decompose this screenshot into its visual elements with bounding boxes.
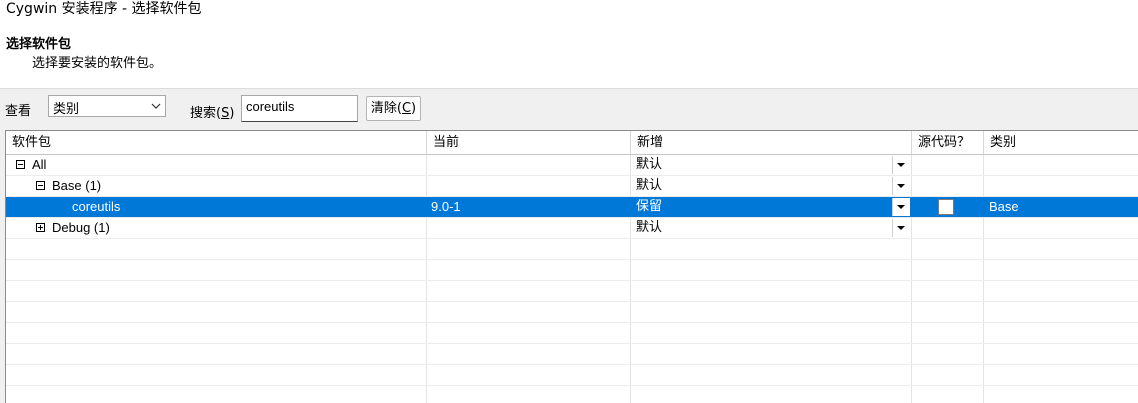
column-header-category[interactable]: 类别 [984,131,1138,154]
package-grid[interactable]: 软件包 当前 新增 源代码？ 类别 All 默认 Base (1) 默认 cor… [5,130,1138,403]
current-cell [427,155,631,175]
column-header-new[interactable]: 新增 [631,131,912,154]
empty-row [6,260,1138,281]
window-title: Cygwin 安装程序 - 选择软件包 [6,1,202,17]
dropdown-arrow-icon[interactable] [892,156,910,174]
chevron-down-icon [151,103,161,109]
package-cell: Debug (1) [6,218,427,238]
new-select[interactable]: 默认 [631,176,912,196]
table-row-selected[interactable]: coreutils 9.0-1 保留 Base [6,197,1138,218]
current-cell [427,218,631,238]
new-select-value: 保留 [636,199,663,214]
package-cell: Base (1) [6,176,427,196]
empty-row [6,239,1138,260]
table-row[interactable]: Debug (1) 默认 [6,218,1138,239]
source-cell [912,197,984,217]
empty-row [6,344,1138,365]
view-select[interactable]: 类别 [48,95,166,117]
column-header-current[interactable]: 当前 [427,131,631,154]
new-select[interactable]: 默认 [631,155,912,175]
view-label: 查看 [5,104,32,119]
dropdown-arrow-icon[interactable] [892,177,910,195]
empty-row [6,302,1138,323]
title-bar: Cygwin 安装程序 - 选择软件包 [0,0,1138,22]
category-cell: Base [989,199,1019,214]
new-select[interactable]: 保留 [631,197,912,217]
search-label: 搜索(S) [190,106,235,121]
view-select-value: 类别 [53,102,80,117]
table-row[interactable]: All 默认 [6,155,1138,176]
empty-row [6,281,1138,302]
empty-row [6,365,1138,386]
empty-row [6,386,1138,403]
dropdown-arrow-icon[interactable] [892,198,910,216]
column-header-package[interactable]: 软件包 [6,131,427,154]
category-cell [984,218,1138,238]
package-cell: All [6,155,427,175]
source-cell [912,155,984,175]
collapse-icon[interactable] [36,181,45,190]
expand-icon[interactable] [36,223,45,232]
empty-row [6,323,1138,344]
package-name: Debug (1) [52,220,110,235]
collapse-icon[interactable] [16,160,25,169]
new-select-value: 默认 [636,178,663,193]
new-select-value: 默认 [636,220,663,235]
package-cell: coreutils [6,197,427,217]
package-name: Base (1) [52,178,102,193]
clear-button[interactable]: 清除(C) [366,96,421,121]
current-cell [427,176,631,196]
header-panel: 选择软件包 选择要安装的软件包。 [0,22,1138,89]
table-row[interactable]: Base (1) 默认 [6,176,1138,197]
search-input[interactable] [241,95,358,122]
source-cell [912,218,984,238]
grid-header: 软件包 当前 新增 源代码？ 类别 [6,131,1138,155]
new-select-value: 默认 [636,157,663,172]
package-name: coreutils [72,199,121,214]
source-checkbox[interactable] [938,199,954,215]
column-header-source[interactable]: 源代码？ [912,131,984,154]
dropdown-arrow-icon[interactable] [892,219,910,237]
new-select[interactable]: 默认 [631,218,912,238]
category-cell [984,176,1138,196]
source-cell [912,176,984,196]
page-subheading: 选择要安装的软件包。 [32,56,163,71]
package-name: All [32,157,47,172]
page-heading: 选择软件包 [6,37,72,52]
current-cell: 9.0-1 [427,197,631,217]
category-cell [984,155,1138,175]
